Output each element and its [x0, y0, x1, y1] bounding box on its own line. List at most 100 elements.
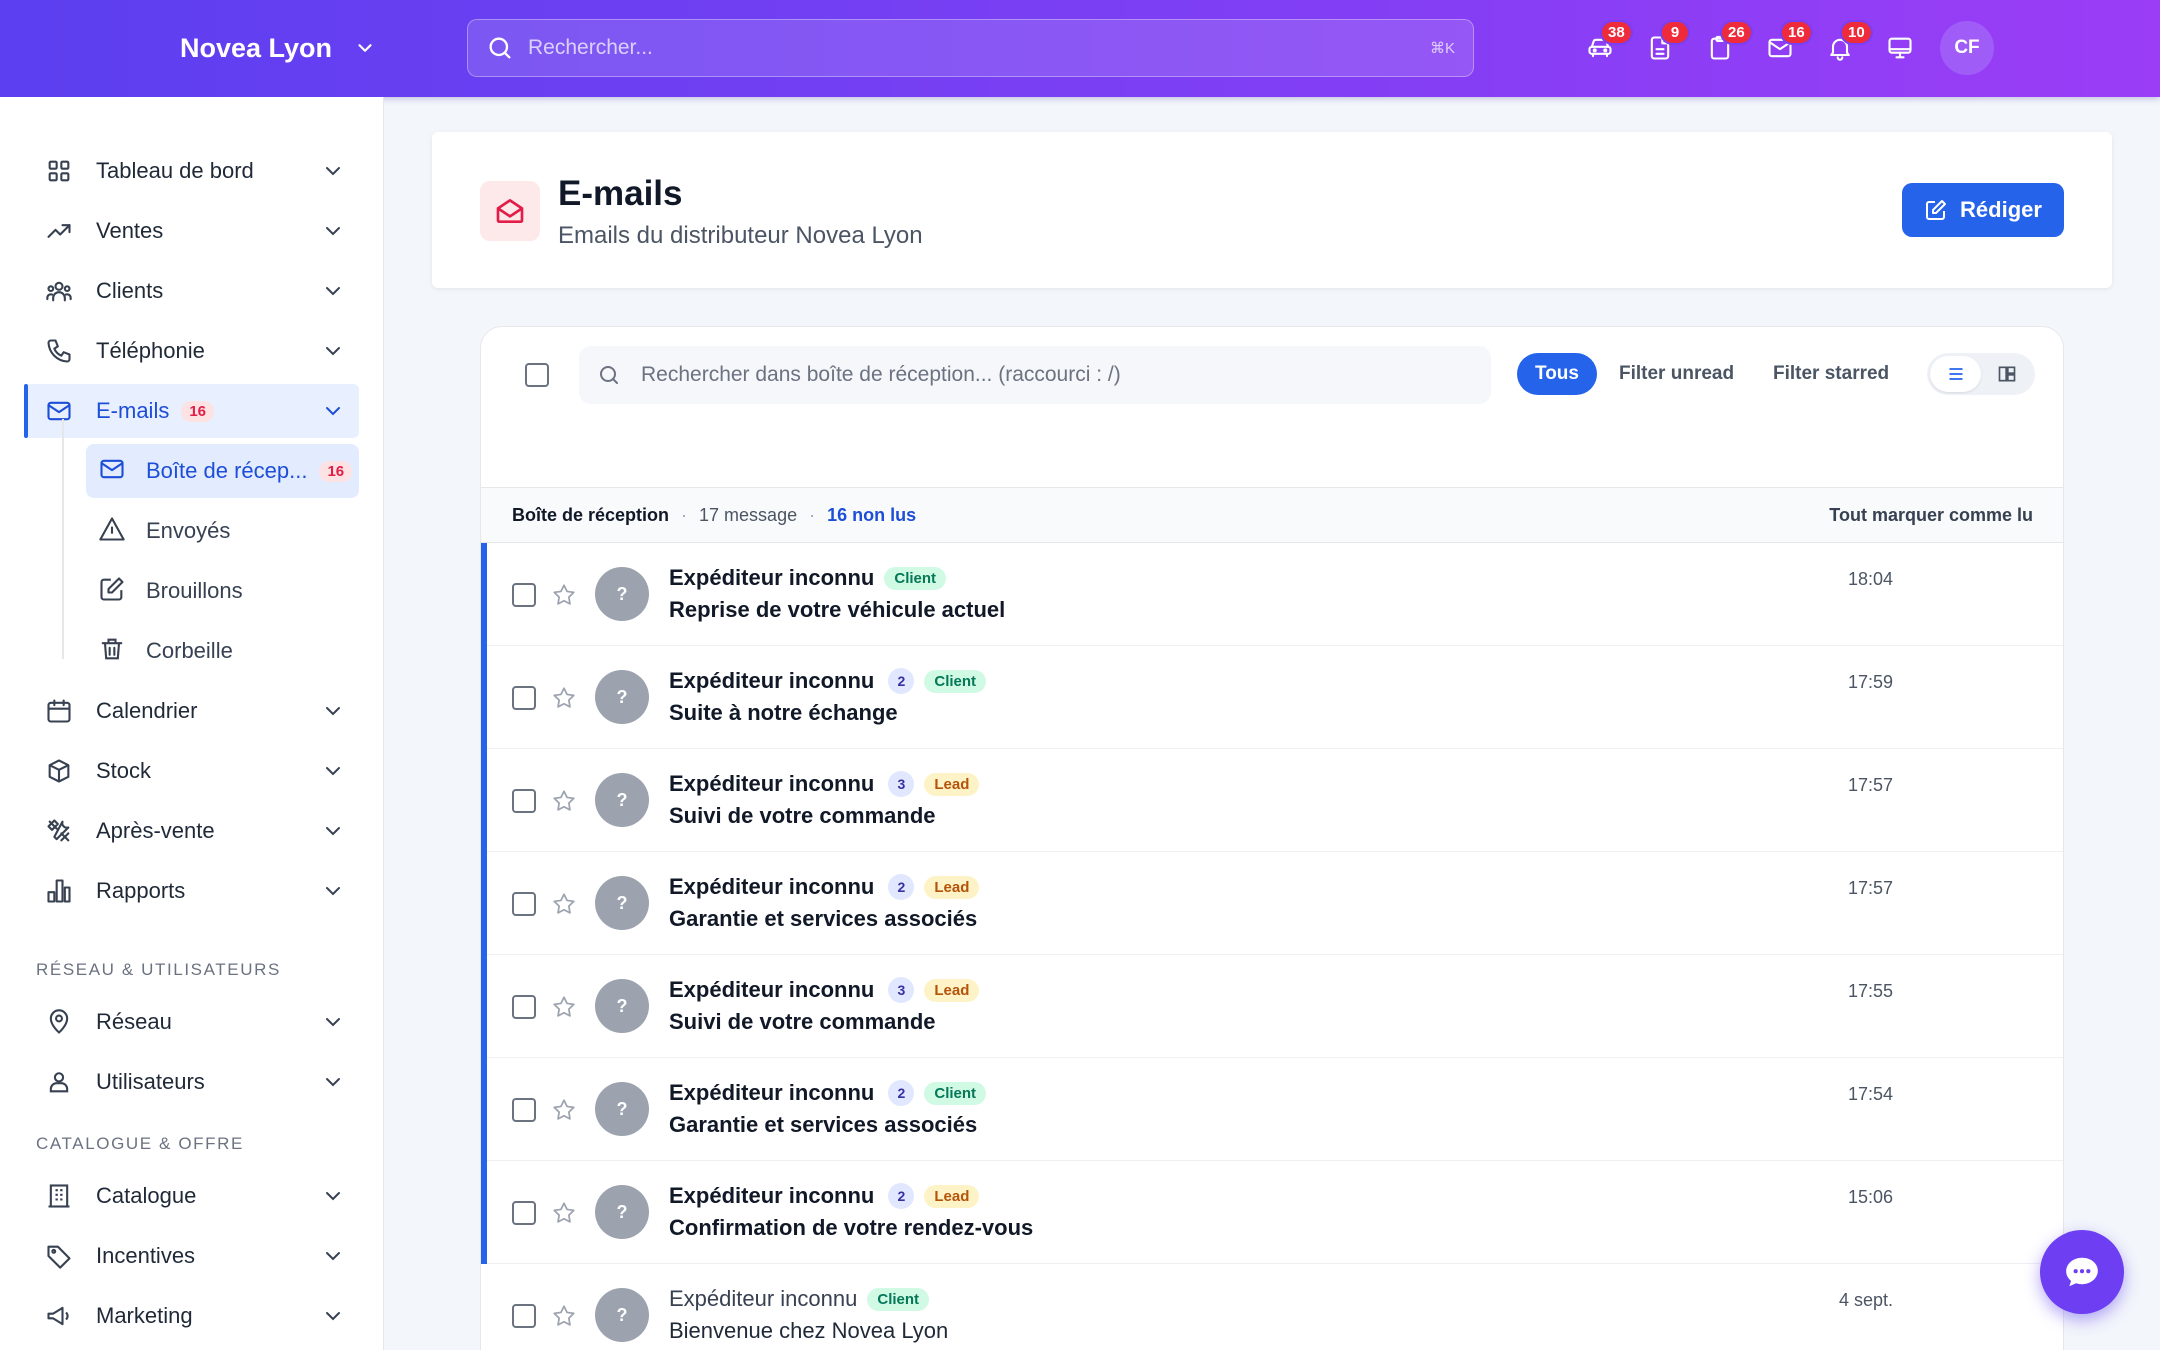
mail-icon	[47, 401, 71, 421]
message-checkbox[interactable]	[512, 1304, 536, 1328]
global-search-input[interactable]	[528, 36, 1430, 60]
chevron-down-icon	[326, 887, 340, 896]
sidebar-subitem-trash[interactable]: Corbeille	[86, 624, 359, 678]
sidebar-item-stock[interactable]: Stock	[24, 744, 359, 798]
submenu-line	[62, 419, 64, 659]
sidebar-item-dashboard[interactable]: Tableau de bord	[24, 144, 359, 198]
star-icon[interactable]	[551, 994, 577, 1020]
message-time: 17:57	[1847, 775, 1893, 795]
trending-up-icon	[47, 224, 71, 238]
message-time: 17:59	[1847, 672, 1893, 692]
sidebar-item-label: Rapports	[96, 878, 186, 903]
unread-badge: 16	[181, 400, 215, 422]
user-group-icon	[49, 1072, 69, 1093]
message-checkbox[interactable]	[512, 995, 536, 1019]
distributor-switcher[interactable]: Novea Lyon	[180, 28, 376, 68]
star-icon[interactable]	[551, 685, 577, 711]
sidebar-item-after-sales[interactable]: Après-vente	[24, 804, 359, 858]
sender-name: Expéditeur inconnu	[669, 1080, 875, 1105]
message-row[interactable]: ? Expéditeur inconnu 2 Lead Garantie et …	[481, 852, 2063, 955]
mark-all-read-button[interactable]: Tout marquer comme lu	[1829, 505, 2033, 526]
star-icon[interactable]	[551, 891, 577, 917]
list-icon	[1948, 368, 1963, 380]
compose-button[interactable]: Rédiger	[1902, 183, 2064, 237]
message-row[interactable]: ? Expéditeur inconnu Client Reprise de v…	[481, 543, 2063, 646]
mail-button[interactable]: 16	[1750, 20, 1813, 76]
sender-avatar: ?	[595, 670, 649, 724]
sidebar-item-clients[interactable]: Clients	[24, 264, 359, 318]
sidebar-item-catalog[interactable]: Catalogue	[24, 1169, 359, 1223]
chevron-down-icon	[326, 767, 340, 776]
edit-icon	[1926, 200, 1947, 220]
star-icon[interactable]	[551, 1303, 577, 1329]
message-row[interactable]: ? Expéditeur inconnu 2 Lead Confirmation…	[481, 1161, 2063, 1264]
message-checkbox[interactable]	[512, 686, 536, 710]
chevron-down-icon	[326, 1078, 340, 1087]
tools-icon	[47, 819, 70, 842]
message-row[interactable]: ? Expéditeur inconnu 2 Client Suite à no…	[481, 646, 2063, 749]
sidebar-subitem-sent[interactable]: Envoyés	[86, 504, 359, 558]
sender-name: Expéditeur inconnu	[669, 977, 875, 1002]
page-header: E-mails Emails du distributeur Novea Lyo…	[432, 132, 2112, 288]
sidebar-item-label: Réseau	[96, 1009, 172, 1034]
sidebar-item-incentives[interactable]: Incentives	[24, 1229, 359, 1283]
sender-name: Expéditeur inconnu	[669, 1183, 875, 1208]
sidebar-item-label: Ventes	[96, 218, 164, 243]
section-label-network: RÉSEAU & UTILISATEURS	[36, 960, 281, 979]
sidebar-item-label: E-mails	[96, 398, 170, 423]
vehicles-button[interactable]: 38	[1570, 20, 1633, 76]
message-subject: Suivi de votre commande	[669, 803, 936, 828]
filter-all-button[interactable]: Tous	[1517, 353, 1597, 395]
sidebar-subitem-drafts[interactable]: Brouillons	[86, 564, 359, 618]
chevron-down-icon	[326, 1252, 340, 1261]
star-icon[interactable]	[551, 582, 577, 608]
message-time: 17:54	[1847, 1084, 1893, 1104]
sidebar-item-network[interactable]: Réseau	[24, 995, 359, 1049]
notifications-button[interactable]: 10	[1810, 20, 1873, 76]
star-icon[interactable]	[551, 1200, 577, 1226]
documents-button[interactable]: 9	[1630, 20, 1690, 76]
message-checkbox[interactable]	[512, 583, 536, 607]
view-toggle	[1927, 353, 2035, 395]
inbox-search-input[interactable]	[641, 363, 1491, 387]
chat-button[interactable]	[2040, 1230, 2124, 1314]
compose-label: Rédiger	[1960, 197, 2042, 222]
inbox-search[interactable]	[579, 346, 1491, 404]
star-icon[interactable]	[551, 788, 577, 814]
message-checkbox[interactable]	[512, 892, 536, 916]
sidebar-item-reports[interactable]: Rapports	[24, 864, 359, 918]
search-icon	[489, 37, 511, 59]
sidebar-item-sales[interactable]: Ventes	[24, 204, 359, 258]
chevron-down-icon	[326, 1018, 340, 1027]
split-view-button[interactable]	[1981, 356, 2032, 392]
global-search[interactable]: ⌘K	[467, 19, 1474, 77]
message-row[interactable]: ? Expéditeur inconnu 3 Lead Suivi de vot…	[481, 749, 2063, 852]
tasks-button[interactable]: 26	[1690, 20, 1753, 76]
sidebar-item-marketing[interactable]: Marketing	[24, 1289, 359, 1343]
list-view-button[interactable]	[1930, 356, 1981, 392]
sidebar-item-label: Catalogue	[96, 1183, 197, 1208]
message-checkbox[interactable]	[512, 1201, 536, 1225]
filter-unread-button[interactable]: Filter unread	[1619, 353, 1734, 395]
display-button[interactable]	[1870, 20, 1930, 76]
message-checkbox[interactable]	[512, 789, 536, 813]
filter-starred-button[interactable]: Filter starred	[1773, 353, 1889, 395]
star-icon[interactable]	[551, 1097, 577, 1123]
message-checkbox[interactable]	[512, 1098, 536, 1122]
sidebar-item-users[interactable]: Utilisateurs	[24, 1055, 359, 1109]
message-row[interactable]: ? Expéditeur inconnu 3 Lead Suivi de vot…	[481, 955, 2063, 1058]
message-row[interactable]: ? Expéditeur inconnu Client Bienvenue ch…	[481, 1264, 2063, 1350]
box-icon	[48, 759, 70, 783]
sidebar-subitem-inbox[interactable]: Boîte de récep... 16	[86, 444, 359, 498]
sidebar-item-telephony[interactable]: Téléphonie	[24, 324, 359, 378]
contact-tag: Lead	[924, 1184, 980, 1208]
contact-tag: Lead	[924, 978, 980, 1002]
select-all-checkbox[interactable]	[525, 363, 549, 387]
sender-avatar: ?	[595, 567, 649, 621]
message-row[interactable]: ? Expéditeur inconnu 2 Client Garantie e…	[481, 1058, 2063, 1161]
sidebar-item-emails[interactable]: E-mails 16	[24, 384, 359, 438]
notification-badge: 38	[1600, 20, 1633, 45]
user-avatar[interactable]: CF	[1940, 21, 1994, 75]
sidebar-item-calendar[interactable]: Calendrier	[24, 684, 359, 738]
inbox-summary-bar: Boîte de réception · 17 message · 16 non…	[481, 487, 2063, 543]
